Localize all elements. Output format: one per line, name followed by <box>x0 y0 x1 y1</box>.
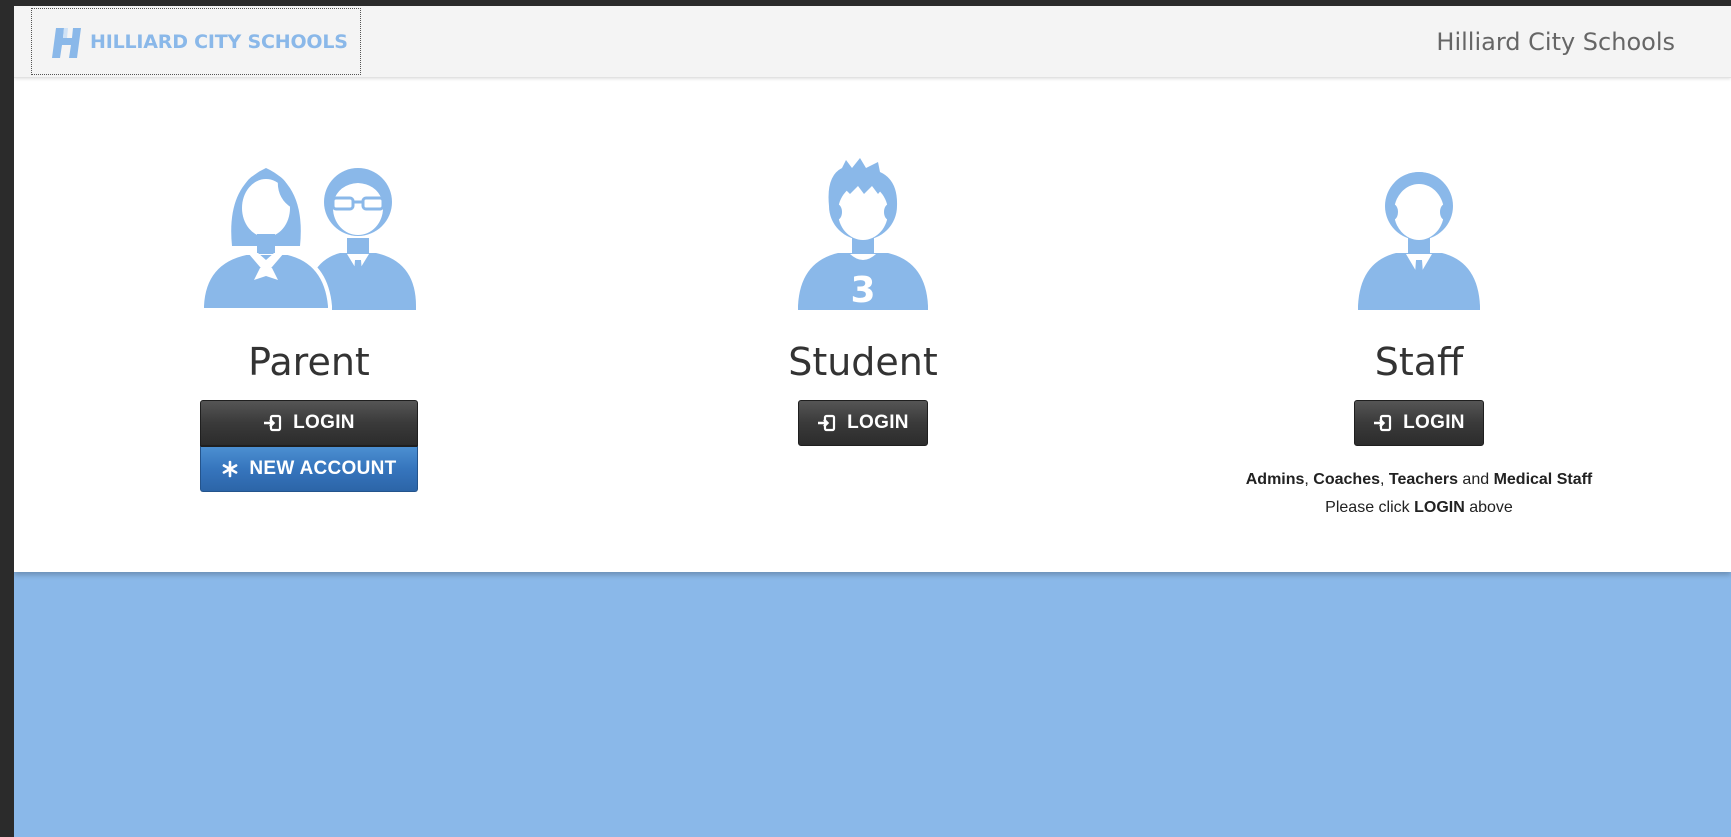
staff-login-note: Admins, Coaches, Teachers and Medical St… <box>1246 466 1593 522</box>
parent-login-button[interactable]: LOGIN <box>200 400 418 446</box>
student-icon: 3 <box>798 158 928 310</box>
role-admins: Admins <box>1245 471 1305 488</box>
role-medical-staff: Medical Staff <box>1493 471 1593 488</box>
login-arrow-icon <box>818 414 836 432</box>
staff-title: Staff <box>1374 340 1464 384</box>
note-separator: , <box>1304 471 1314 488</box>
parent-login-label: LOGIN <box>293 412 355 433</box>
parent-column: Parent LOGIN NEW ACCOUNT <box>59 78 559 572</box>
student-column: 3 Student LOGIN <box>613 78 1113 572</box>
jersey-number: 3 <box>850 270 875 310</box>
new-account-button[interactable]: NEW ACCOUNT <box>200 446 418 492</box>
parent-avatar <box>202 156 416 310</box>
staff-icon <box>1358 172 1480 310</box>
student-title: Student <box>788 340 938 384</box>
role-selection-card: Parent LOGIN NEW ACCOUNT 3 Student LOGIN… <box>14 78 1731 572</box>
login-arrow-icon <box>264 414 282 432</box>
site-name: Hilliard City Schools <box>1436 28 1675 56</box>
login-arrow-icon <box>1374 414 1392 432</box>
staff-note-line-2: Please click LOGIN above <box>1246 494 1593 522</box>
new-account-label: NEW ACCOUNT <box>249 458 397 479</box>
staff-column: Staff LOGIN Admins, Coaches, Teachers an… <box>1169 78 1669 572</box>
staff-avatar <box>1358 156 1480 310</box>
parents-couple-icon <box>202 168 416 310</box>
student-login-label: LOGIN <box>847 412 909 433</box>
note-action: LOGIN <box>1414 499 1465 516</box>
parent-title: Parent <box>248 340 370 384</box>
asterisk-icon <box>222 460 238 478</box>
page-viewport: HILLIARD CITY SCHOOLS Hilliard City Scho… <box>14 6 1731 837</box>
hilliard-h-logo-icon <box>52 27 81 58</box>
role-coaches: Coaches <box>1313 471 1380 488</box>
student-login-button[interactable]: LOGIN <box>798 400 928 446</box>
staff-note-line-1: Admins, Coaches, Teachers and Medical St… <box>1246 466 1593 494</box>
student-avatar: 3 <box>798 156 928 310</box>
brand-text: HILLIARD CITY SCHOOLS <box>90 30 348 53</box>
staff-login-button[interactable]: LOGIN <box>1354 400 1484 446</box>
note-separator: , <box>1380 471 1389 488</box>
top-navigation-bar: HILLIARD CITY SCHOOLS Hilliard City Scho… <box>14 6 1731 78</box>
brand-logo-link[interactable]: HILLIARD CITY SCHOOLS <box>31 8 361 75</box>
role-teachers: Teachers <box>1388 471 1458 488</box>
staff-login-label: LOGIN <box>1403 412 1465 433</box>
note-prefix: Please click <box>1325 499 1415 516</box>
note-separator: and <box>1457 471 1494 488</box>
note-suffix: above <box>1464 499 1513 516</box>
parent-button-group: LOGIN NEW ACCOUNT <box>200 400 418 492</box>
